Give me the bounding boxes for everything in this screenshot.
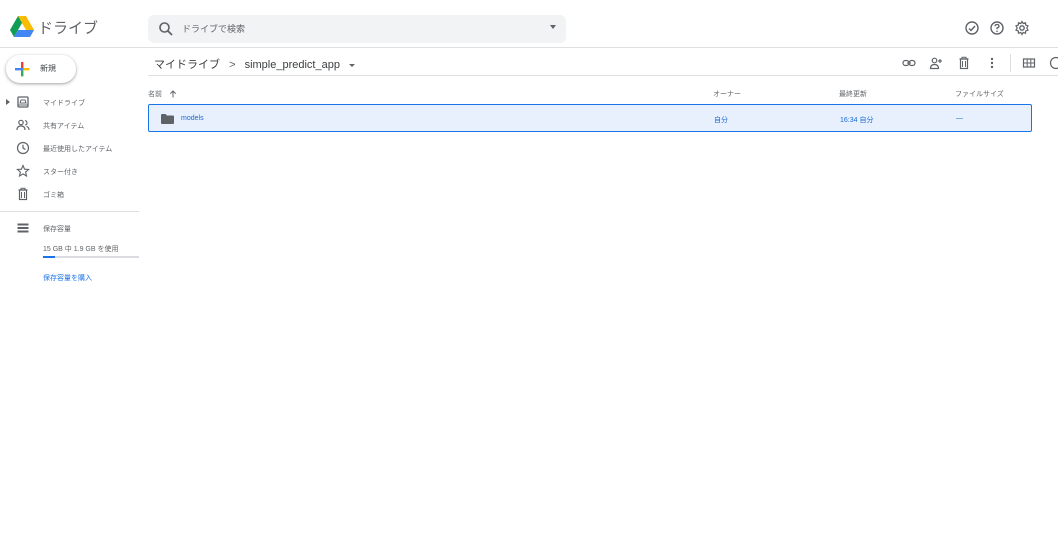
- storage-usage-text: 15 GB 中 1.9 GB を使用: [43, 246, 119, 253]
- search-options-dropdown-icon[interactable]: [550, 25, 556, 29]
- sidebar-item-label: スター付き: [43, 169, 78, 176]
- share-add-person-icon[interactable]: [929, 56, 943, 70]
- breadcrumb: マイドライブ > simple_predict_app: [154, 56, 356, 72]
- sidebar-item-label: ゴミ箱: [43, 192, 64, 199]
- new-button-label: 新規: [40, 64, 56, 73]
- storage-list-icon: [17, 223, 29, 233]
- sidebar-item-my-drive[interactable]: マイドライブ: [0, 93, 140, 111]
- file-owner: 自分: [714, 117, 728, 124]
- storage-usage-bar: [43, 256, 139, 258]
- more-options-icon[interactable]: [985, 56, 999, 70]
- breadcrumb-separator: >: [229, 59, 236, 71]
- star-icon: [16, 164, 30, 178]
- new-button[interactable]: 新規: [6, 55, 76, 83]
- sidebar-item-starred[interactable]: スター付き: [0, 162, 140, 180]
- help-icon[interactable]: [989, 20, 1005, 36]
- recent-clock-icon: [16, 141, 30, 155]
- search-bar[interactable]: [148, 15, 566, 43]
- folder-icon: [161, 114, 174, 124]
- breadcrumb-current[interactable]: simple_predict_app: [245, 59, 340, 71]
- column-header-name-label: 名前: [148, 91, 162, 98]
- trash-icon: [18, 187, 28, 201]
- file-name[interactable]: models: [181, 115, 204, 122]
- sidebar-item-label: 保存容量: [43, 226, 71, 233]
- sidebar-item-label: 共有アイテム: [43, 123, 85, 130]
- toolbar-separator: [1010, 54, 1011, 72]
- my-drive-icon: [17, 96, 29, 108]
- sidebar-item-storage[interactable]: 保存容量: [0, 219, 140, 237]
- search-input[interactable]: [182, 19, 522, 39]
- folder-menu-caret-icon[interactable]: [349, 63, 356, 67]
- offline-status-icon[interactable]: [964, 20, 980, 36]
- drive-logo-icon[interactable]: [10, 16, 34, 38]
- sidebar-divider: [0, 211, 139, 212]
- column-header-modified[interactable]: 最終更新: [839, 89, 867, 99]
- settings-gear-icon[interactable]: [1014, 20, 1030, 36]
- column-header-owner[interactable]: オーナー: [713, 89, 741, 99]
- expand-arrow-icon[interactable]: [6, 99, 10, 105]
- column-header-size[interactable]: ファイルサイズ: [955, 89, 1004, 99]
- delete-icon[interactable]: [957, 56, 971, 70]
- plus-icon: [15, 62, 30, 77]
- file-modified: 16:34 自分: [840, 117, 874, 124]
- table-row-selected[interactable]: models 自分 16:34 自分 —: [148, 104, 1032, 132]
- shared-icon: [16, 119, 30, 131]
- app-title: ドライブ: [38, 20, 99, 37]
- sidebar-item-label: マイドライブ: [43, 100, 85, 107]
- sidebar-item-trash[interactable]: ゴミ箱: [0, 185, 140, 203]
- buy-storage-link[interactable]: 保存容量を購入: [43, 273, 92, 283]
- file-size: —: [956, 115, 963, 122]
- sidebar-item-recent[interactable]: 最近使用したアイテム: [0, 139, 140, 157]
- top-bar: ドライブ: [0, 0, 1058, 48]
- breadcrumb-root[interactable]: マイドライブ: [154, 56, 220, 72]
- search-icon[interactable]: [158, 21, 174, 37]
- sidebar-item-label: 最近使用したアイテム: [43, 146, 113, 153]
- storage-usage-fill: [43, 256, 56, 258]
- sort-ascending-arrow-icon[interactable]: [169, 90, 177, 98]
- info-icon[interactable]: [1049, 56, 1058, 70]
- grid-view-icon[interactable]: [1022, 56, 1036, 70]
- column-header-name[interactable]: 名前: [148, 89, 177, 99]
- sidebar-item-shared[interactable]: 共有アイテム: [0, 116, 140, 134]
- link-icon[interactable]: [902, 56, 916, 70]
- toolbar-divider: [148, 75, 1058, 76]
